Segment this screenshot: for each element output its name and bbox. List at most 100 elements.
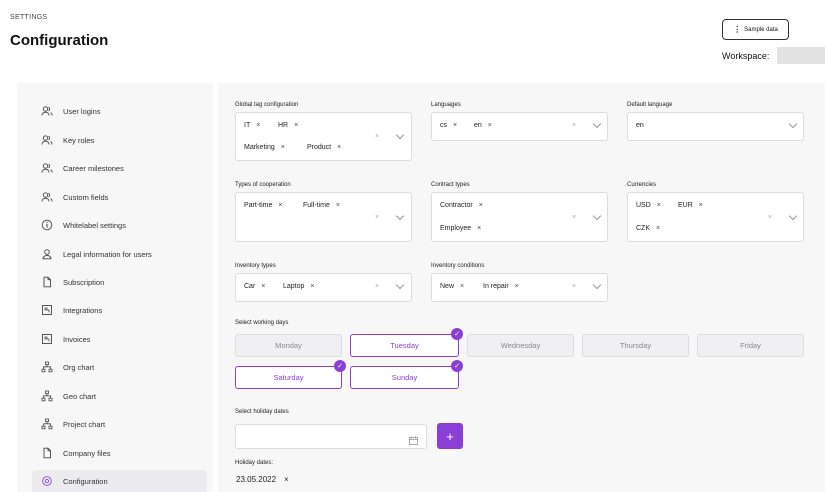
page-header: SETTINGS Configuration ⋮ Sample data Wor… (0, 0, 825, 80)
remove-tag-icon[interactable]: × (310, 283, 314, 290)
sidebar-item-subscription[interactable]: Subscription (32, 271, 207, 293)
file-icon (40, 446, 54, 460)
day-toggle-tuesday[interactable]: Tuesday (350, 334, 459, 357)
clear-icon[interactable]: × (572, 122, 576, 129)
add-holiday-button[interactable]: + (437, 423, 463, 449)
remove-tag-icon[interactable]: × (488, 122, 492, 129)
sidebar-item-project-chart[interactable]: Project chart (32, 413, 207, 435)
sample-data-label: Sample data (744, 26, 778, 33)
remove-tag-icon[interactable]: × (699, 202, 703, 209)
sidebar-item-custom-fields[interactable]: Custom fields (32, 186, 207, 208)
check-icon: ✓ (451, 328, 463, 340)
remove-tag-icon[interactable]: × (515, 283, 519, 290)
sidebar-item-label: Invoices (63, 334, 91, 344)
working-days-label: Select working days (235, 320, 289, 326)
tag-chip: Laptop × (283, 283, 315, 290)
languages-label: Languages (431, 102, 461, 108)
page-title: Configuration (10, 32, 109, 49)
default-language-select[interactable] (627, 112, 804, 141)
languages-select[interactable] (431, 112, 608, 141)
sample-data-button[interactable]: ⋮ Sample data (722, 19, 789, 40)
holiday-dates-label: Select holiday dates (235, 409, 289, 415)
global-tags-select[interactable] (235, 112, 412, 161)
remove-tag-icon[interactable]: × (281, 144, 285, 151)
remove-tag-icon[interactable]: × (336, 202, 340, 209)
tag-chip: Product × (307, 144, 342, 151)
contract-types-select[interactable] (431, 192, 608, 242)
sidebar-item-geo-chart[interactable]: Geo chart (32, 385, 207, 407)
sidebar-item-key-roles[interactable]: Key roles (32, 129, 207, 151)
remove-tag-icon[interactable]: × (261, 283, 265, 290)
calendar-icon[interactable] (409, 432, 418, 445)
day-toggle-monday[interactable]: Monday (235, 334, 342, 357)
currencies-select[interactable] (627, 192, 804, 242)
day-toggle-thursday[interactable]: Thursday (582, 334, 689, 357)
check-icon: ✓ (334, 360, 346, 372)
clear-icon[interactable]: × (375, 214, 379, 221)
contract-types-label: Contract types (431, 182, 470, 188)
sidebar-item-label: Key roles (63, 135, 95, 145)
tag-chip: In repair × (483, 283, 519, 290)
users-icon (40, 161, 54, 175)
settings-sidebar: User logins Key roles Career milestones … (17, 83, 213, 492)
workspace-selector[interactable] (777, 47, 825, 64)
invoice-icon (40, 332, 54, 346)
sidebar-item-career-milestones[interactable]: Career milestones (32, 157, 207, 179)
remove-tag-icon[interactable]: × (657, 202, 661, 209)
tag-chip: Part-time × (244, 202, 283, 209)
day-toggle-wednesday[interactable]: Wednesday (467, 334, 574, 357)
hierarchy-icon (40, 360, 54, 374)
clear-icon[interactable]: × (572, 283, 576, 290)
clear-icon[interactable]: × (375, 133, 379, 140)
clear-icon[interactable]: × (375, 283, 379, 290)
tag-chip: cs × (440, 122, 458, 129)
remove-tag-icon[interactable]: × (337, 144, 341, 151)
sidebar-item-user-logins[interactable]: User logins (32, 100, 207, 122)
clear-icon[interactable]: × (572, 214, 576, 221)
remove-tag-icon[interactable]: × (656, 225, 660, 232)
remove-tag-icon[interactable]: × (479, 202, 483, 209)
sidebar-item-label: User logins (63, 106, 101, 116)
sidebar-item-label: Company files (63, 448, 111, 458)
sidebar-item-legal-information[interactable]: Legal information for users (32, 243, 207, 265)
sidebar-item-integrations[interactable]: Integrations (32, 299, 207, 321)
tag-chip: en × (474, 122, 492, 129)
tag-chip: EUR × (678, 202, 703, 209)
workspace-label: Workspace: (722, 51, 770, 61)
tag-chip: IT × (244, 122, 261, 129)
sidebar-item-label: Whitelabel settings (63, 220, 126, 230)
sidebar-item-label: Configuration (63, 476, 108, 486)
remove-tag-icon[interactable]: × (256, 122, 260, 129)
tag-chip: CZK × (636, 225, 661, 232)
remove-tag-icon[interactable]: × (477, 225, 481, 232)
tag-chip: Employee × (440, 225, 482, 232)
sidebar-item-label: Custom fields (63, 192, 109, 202)
tag-chip: Marketing × (244, 144, 285, 151)
sidebar-item-company-files[interactable]: Company files (32, 442, 207, 464)
remove-tag-icon[interactable]: × (278, 202, 282, 209)
holiday-date-chip: 23.05.2022 × (236, 475, 289, 484)
cooperation-label: Types of cooperation (235, 182, 291, 188)
day-toggle-friday[interactable]: Friday (697, 334, 804, 357)
tag-chip: USD × (636, 202, 661, 209)
info-icon (40, 218, 54, 232)
sidebar-item-org-chart[interactable]: Org chart (32, 356, 207, 378)
inventory-types-label: Inventory types (235, 263, 276, 269)
sidebar-item-invoices[interactable]: Invoices (32, 328, 207, 350)
file-icon (40, 275, 54, 289)
sidebar-item-whitelabel[interactable]: Whitelabel settings (32, 214, 207, 236)
sidebar-item-label: Legal information for users (63, 249, 152, 259)
sidebar-item-configuration[interactable]: Configuration (32, 470, 207, 492)
tag-chip: Car × (244, 283, 266, 290)
clear-icon[interactable]: × (768, 214, 772, 221)
global-tags-label: Global tag configuration (235, 102, 299, 108)
day-toggle-saturday[interactable]: Saturday (235, 366, 342, 389)
cooperation-select[interactable] (235, 192, 412, 242)
holiday-date-input[interactable] (235, 424, 427, 449)
holiday-list-label: Holiday dates: (235, 460, 274, 466)
remove-tag-icon[interactable]: × (453, 122, 457, 129)
day-toggle-sunday[interactable]: Sunday (350, 366, 459, 389)
remove-tag-icon[interactable]: × (460, 283, 464, 290)
remove-tag-icon[interactable]: × (294, 122, 298, 129)
remove-date-icon[interactable]: × (284, 475, 289, 484)
